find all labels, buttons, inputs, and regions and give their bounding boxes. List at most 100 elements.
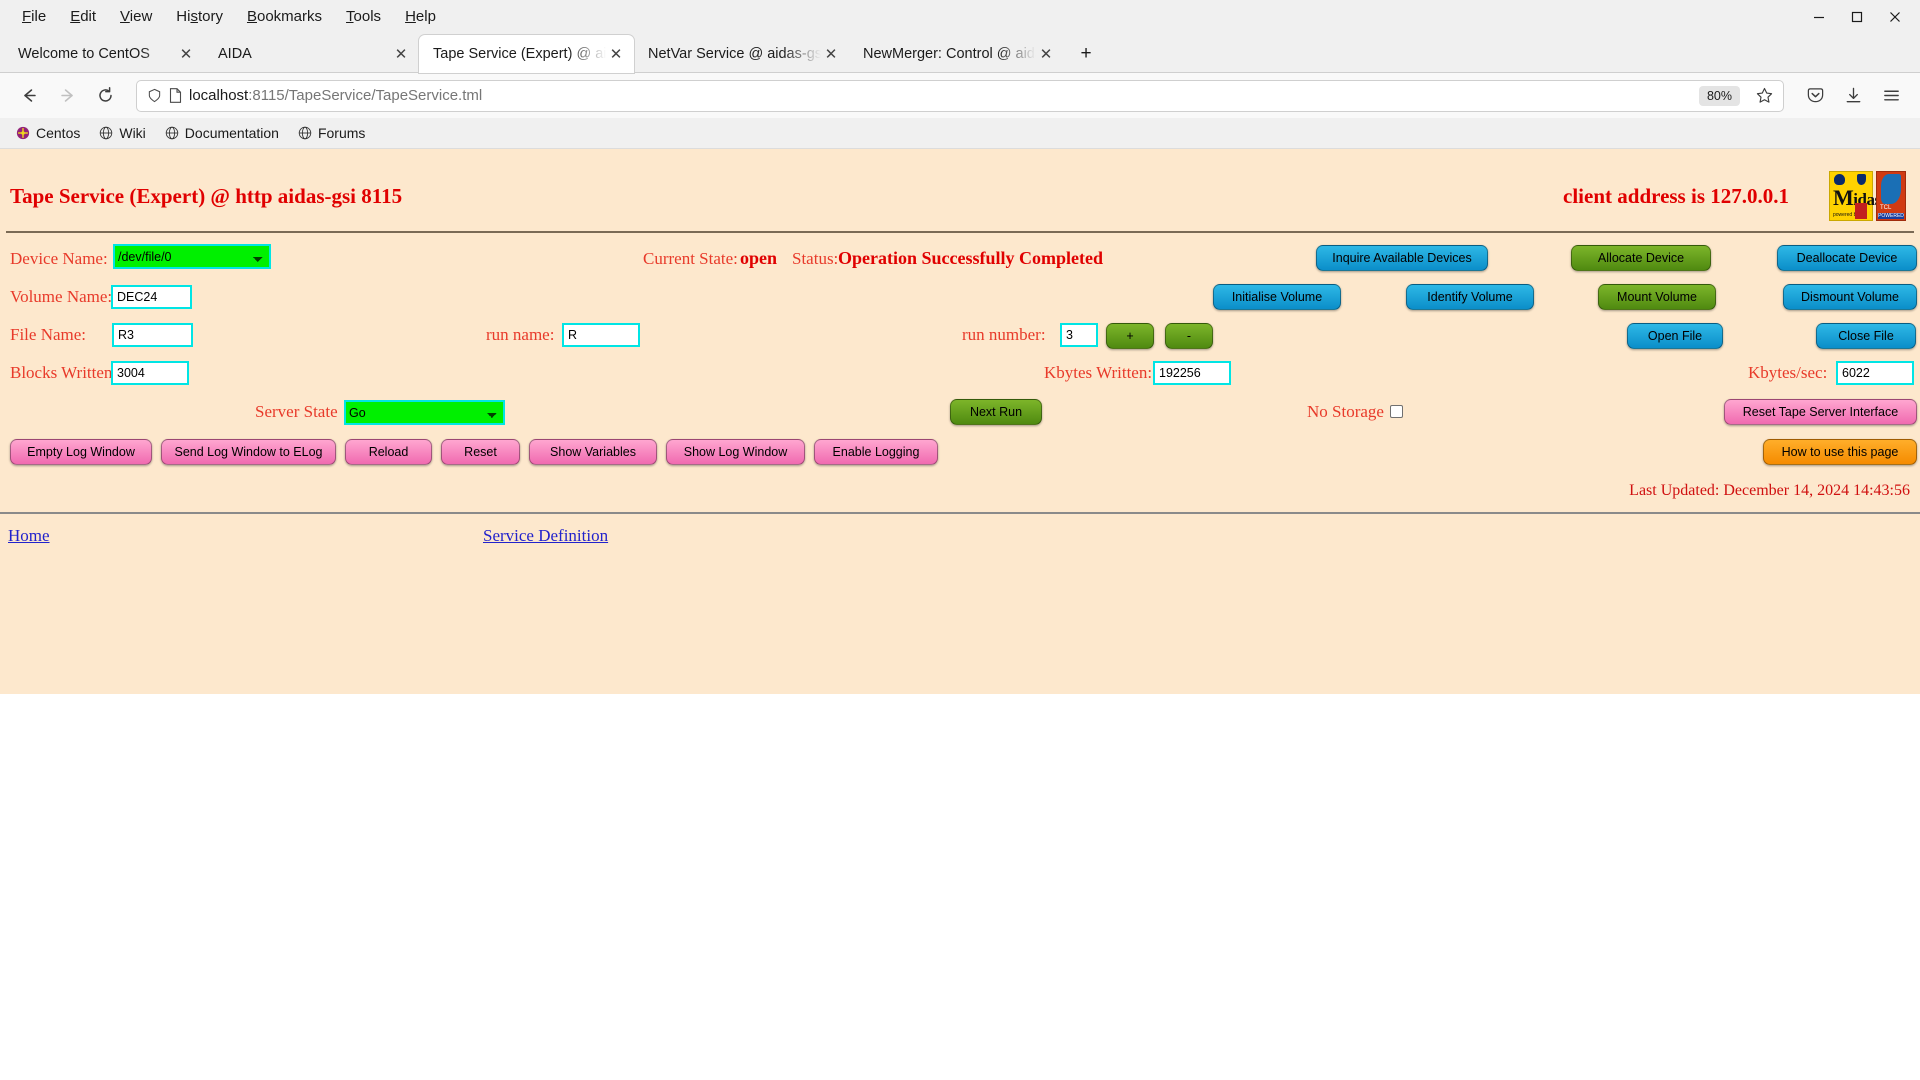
menu-edit[interactable]: Edit — [58, 6, 108, 27]
kbytes-written-input[interactable] — [1153, 361, 1231, 385]
bookmarks-bar: Centos Wiki Documentation Forums — [0, 118, 1920, 149]
initialise-volume-button[interactable]: Initialise Volume — [1213, 284, 1341, 310]
tab-label: NewMerger: Control @ aidas-gsi — [863, 46, 1036, 62]
enable-logging-button[interactable]: Enable Logging — [814, 439, 938, 465]
new-tab-button[interactable]: + — [1070, 38, 1102, 70]
menu-help[interactable]: Help — [393, 6, 448, 27]
reload-button[interactable]: Reload — [345, 439, 432, 465]
address-bar[interactable]: localhost:8115/TapeService/TapeService.t… — [136, 80, 1784, 112]
empty-log-window-button[interactable]: Empty Log Window — [10, 439, 152, 465]
globe-icon — [298, 126, 312, 140]
maximize-icon[interactable] — [1840, 3, 1874, 31]
volume-name-input[interactable] — [111, 285, 192, 309]
allocate-device-button[interactable]: Allocate Device — [1571, 245, 1711, 271]
tab-label: AIDA — [218, 46, 391, 62]
reload-icon[interactable] — [88, 79, 122, 113]
how-to-use-this-page-button[interactable]: How to use this page — [1763, 439, 1917, 465]
link-home[interactable]: Home — [8, 526, 50, 546]
tab-newmerger-control[interactable]: NewMerger: Control @ aidas-gsi ✕ — [849, 35, 1064, 73]
url-path: :8115/TapeService/TapeService.tml — [248, 87, 482, 104]
midas-logo-icon: Midas powered by — [1829, 171, 1873, 221]
tab-tape-service-expert[interactable]: Tape Service (Expert) @ aidas-gsi 8115 ✕ — [419, 35, 634, 73]
menu-view[interactable]: View — [108, 6, 164, 27]
current-state-label: Current State: — [643, 249, 738, 269]
downloads-icon[interactable] — [1836, 79, 1870, 113]
run-number-input[interactable] — [1060, 323, 1098, 347]
pocket-icon[interactable] — [1798, 79, 1832, 113]
close-icon[interactable]: ✕ — [606, 44, 626, 64]
inquire-available-devices-button[interactable]: Inquire Available Devices — [1316, 245, 1488, 271]
file-name-label: File Name: — [10, 325, 86, 345]
identify-volume-button[interactable]: Identify Volume — [1406, 284, 1534, 310]
close-icon[interactable]: ✕ — [821, 44, 841, 64]
tab-aida[interactable]: AIDA ✕ — [204, 35, 419, 73]
run-number-increment-button[interactable]: + — [1106, 323, 1154, 349]
footer-links: Home Service Definition — [0, 514, 1920, 554]
menu-file[interactable]: File — [10, 6, 58, 27]
hamburger-menu-icon[interactable] — [1874, 79, 1908, 113]
server-state-label: Server State — [255, 402, 338, 422]
client-address: client address is 127.0.0.1 — [1563, 184, 1789, 209]
close-icon[interactable] — [1878, 3, 1912, 31]
tab-welcome-to-centos[interactable]: Welcome to CentOS ✕ — [4, 35, 204, 73]
shield-icon — [147, 88, 162, 103]
tab-label: NetVar Service @ aidas-gsi — [648, 46, 821, 62]
kbytes-written-label: Kbytes Written: — [1044, 363, 1152, 383]
bookmark-label: Centos — [36, 125, 80, 141]
link-service-definition[interactable]: Service Definition — [483, 526, 608, 546]
reset-button[interactable]: Reset — [441, 439, 520, 465]
no-storage-checkbox[interactable] — [1390, 405, 1403, 418]
bookmark-forums[interactable]: Forums — [290, 122, 373, 144]
bookmark-documentation[interactable]: Documentation — [157, 122, 287, 144]
menu-bookmarks[interactable]: Bookmarks — [235, 6, 334, 27]
next-run-button[interactable]: Next Run — [950, 399, 1042, 425]
tcl-logo-icon: TCL POWERED — [1876, 171, 1906, 221]
tcl-text: TCL — [1880, 205, 1891, 211]
show-variables-button[interactable]: Show Variables — [529, 439, 657, 465]
current-state-value: open — [740, 248, 777, 269]
close-icon[interactable]: ✕ — [176, 44, 196, 64]
bookmark-wiki[interactable]: Wiki — [91, 122, 153, 144]
file-name-input[interactable] — [112, 323, 193, 347]
minimize-icon[interactable] — [1802, 3, 1836, 31]
bookmark-star-icon[interactable] — [1751, 83, 1777, 109]
globe-icon — [165, 126, 179, 140]
forward-arrow-icon — [50, 79, 84, 113]
url-text: localhost:8115/TapeService/TapeService.t… — [189, 87, 1692, 104]
tab-netvar-service[interactable]: NetVar Service @ aidas-gsi ✕ — [634, 35, 849, 73]
run-number-decrement-button[interactable]: - — [1165, 323, 1213, 349]
close-icon[interactable]: ✕ — [1036, 44, 1056, 64]
run-name-input[interactable] — [562, 323, 640, 347]
kbytes-per-sec-input[interactable] — [1836, 361, 1914, 385]
menu-history[interactable]: History — [164, 6, 235, 27]
back-arrow-icon[interactable] — [12, 79, 46, 113]
bookmark-centos[interactable]: Centos — [8, 122, 88, 144]
control-panel: Device Name: /dev/file/0 Current State: … — [0, 233, 1920, 478]
close-icon[interactable]: ✕ — [391, 44, 411, 64]
tab-label: Tape Service (Expert) @ aidas-gsi 8115 — [433, 46, 606, 62]
tab-label: Welcome to CentOS — [18, 46, 176, 62]
server-state-select[interactable]: Go — [344, 400, 505, 425]
bookmark-label: Wiki — [119, 125, 145, 141]
dismount-volume-button[interactable]: Dismount Volume — [1783, 284, 1917, 310]
menu-tools[interactable]: Tools — [334, 6, 393, 27]
blocks-written-label: Blocks Written: — [10, 363, 117, 383]
status-value: Operation Successfully Completed — [838, 248, 1103, 269]
deallocate-device-button[interactable]: Deallocate Device — [1777, 245, 1917, 271]
blocks-written-input[interactable] — [111, 361, 189, 385]
navigation-toolbar: localhost:8115/TapeService/TapeService.t… — [0, 73, 1920, 118]
mount-volume-button[interactable]: Mount Volume — [1598, 284, 1716, 310]
zoom-level-badge[interactable]: 80% — [1699, 86, 1740, 106]
page-header: Tape Service (Expert) @ http aidas-gsi 8… — [0, 149, 1920, 231]
page-title: Tape Service (Expert) @ http aidas-gsi 8… — [10, 184, 402, 209]
bookmark-label: Forums — [318, 125, 365, 141]
open-file-button[interactable]: Open File — [1627, 323, 1723, 349]
close-file-button[interactable]: Close File — [1816, 323, 1916, 349]
send-log-window-to-elog-button[interactable]: Send Log Window to ELog — [161, 439, 336, 465]
show-log-window-button[interactable]: Show Log Window — [666, 439, 805, 465]
tape-service-page: Tape Service (Expert) @ http aidas-gsi 8… — [0, 149, 1920, 694]
reset-tape-server-interface-button[interactable]: Reset Tape Server Interface — [1724, 399, 1917, 425]
kbytes-per-sec-label: Kbytes/sec: — [1748, 363, 1827, 383]
device-name-select[interactable]: /dev/file/0 — [113, 244, 271, 269]
run-name-label: run name: — [486, 325, 554, 345]
